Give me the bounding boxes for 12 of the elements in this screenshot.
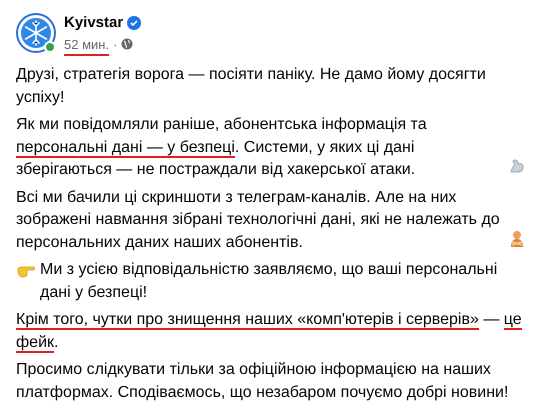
- snowflake-avatar-icon[interactable]: [16, 13, 56, 53]
- post-paragraph: Ми з усією відповідальністю заявляємо, що ваші персональні дані у безпеці!: [40, 260, 498, 302]
- post-paragraph: Просимо слідкувати тільки за офіційною інформацією на наших платформах. Сподіваємось, що незабаром почуємо добрі новини!: [16, 360, 510, 402]
- post-time[interactable]: 52 мин.: [64, 34, 110, 54]
- post-paragraph: Всі ми бачили ці скриншоти з телеграм-каналів. Але на них зображені навмання зібрані технологічні дані, які не належать до персональних даних наших абонентів.: [16, 188, 501, 252]
- post-paragraph: Як ми повідомляли раніше, абонентська інформація та персональні дані — у безпеці. Системи, у яких ці дані зберігаються — не постраждали від хакерської атаки.: [16, 115, 428, 180]
- separator-dot: ·: [113, 36, 118, 54]
- post-paragraph: Крім того, чутки про знищення наших «комп'ютерів і серверів» — це фейк.: [16, 310, 523, 354]
- globe-icon: [121, 38, 134, 50]
- author-name[interactable]: Kyivstar: [64, 12, 124, 34]
- person-icon: [508, 230, 526, 248]
- post-paragraph: Друзі, стратегія ворога — посіяти паніку. Не дамо йому досягти успіху!: [16, 65, 487, 108]
